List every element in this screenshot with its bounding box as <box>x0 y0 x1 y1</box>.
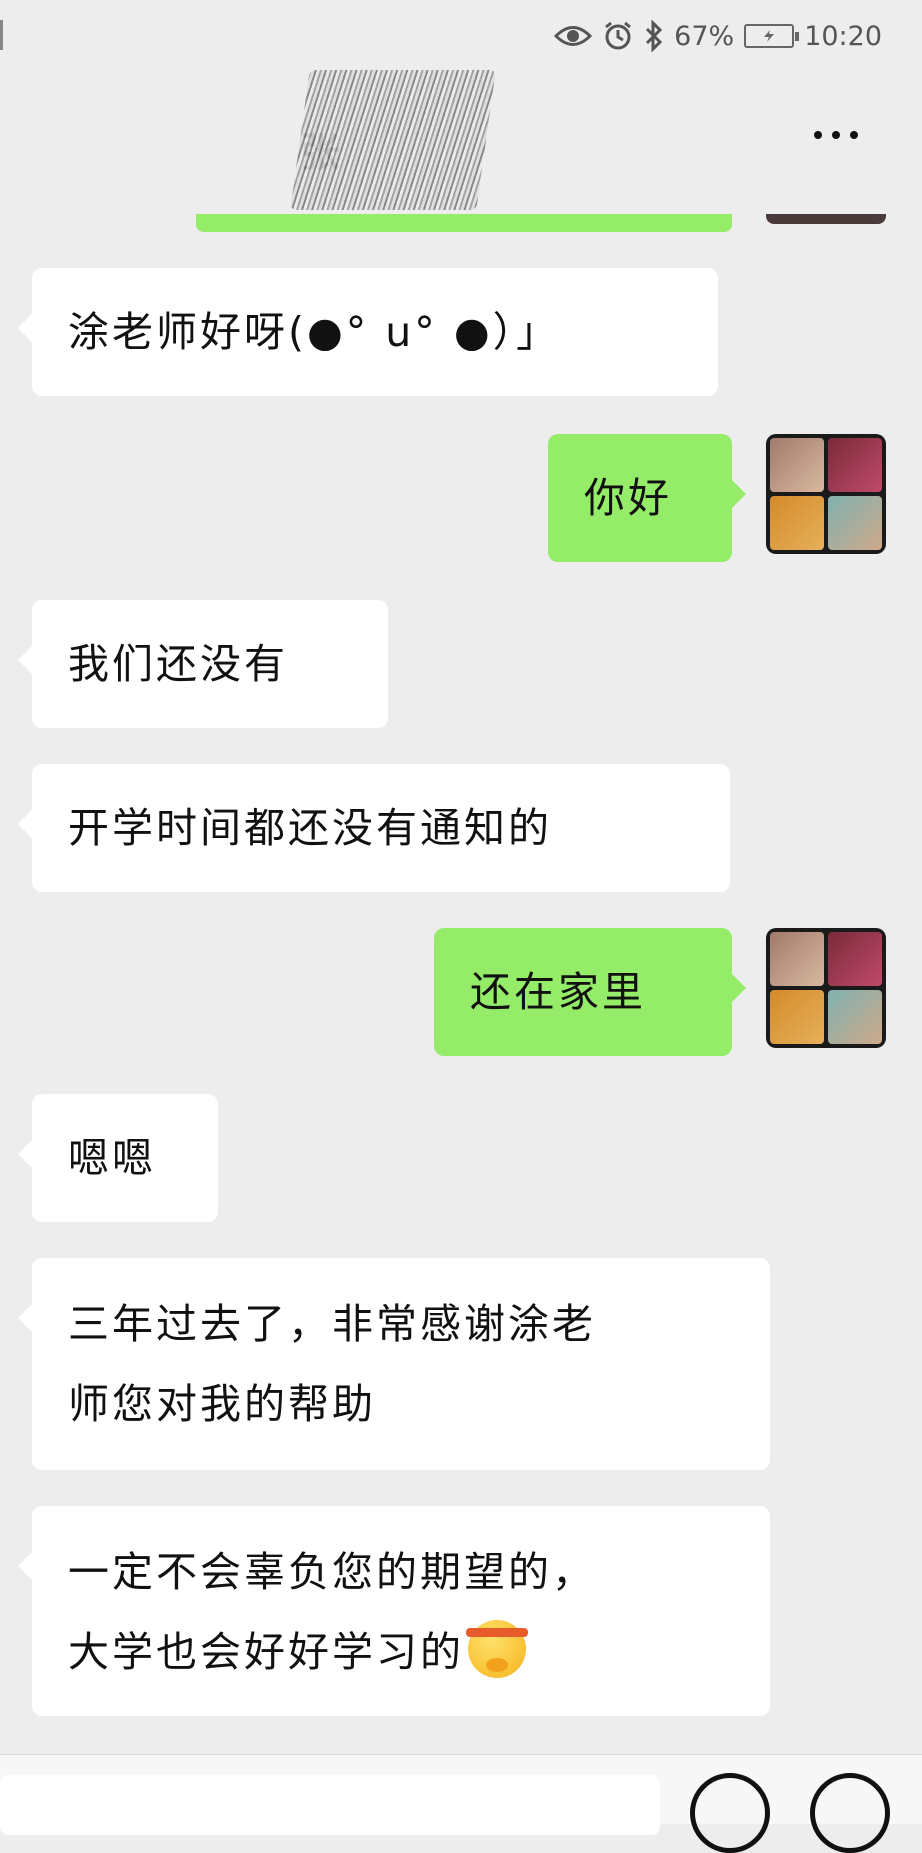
message-bubble[interactable]: 嗯嗯 <box>18 1094 218 1222</box>
status-time: 10:20 <box>804 20 882 52</box>
my-avatar[interactable] <box>766 434 886 554</box>
message-row: 嗯嗯 <box>18 1094 218 1222</box>
message-bubble[interactable]: 一定不会辜负您的期望的， 大学也会好好学习的 <box>18 1506 770 1716</box>
more-icon[interactable] <box>806 120 866 150</box>
alarm-icon <box>602 20 634 52</box>
message-row: 我们还没有 <box>18 600 388 728</box>
thinking-emoji-icon <box>466 1620 528 1678</box>
previous-avatar-edge <box>766 214 886 224</box>
previous-message-edge <box>196 214 732 232</box>
message-row: 涂老师好呀(●° u° ●）」 <box>18 268 718 396</box>
plus-button-icon[interactable] <box>810 1773 890 1853</box>
eye-icon <box>554 23 593 49</box>
message-bubble[interactable]: 还在家里 <box>434 928 746 1056</box>
status-bar: 67% 10:20 <box>0 0 922 74</box>
message-bubble[interactable]: 三年过去了，非常感谢涂老 师您对我的帮助 <box>18 1258 770 1470</box>
message-row: 三年过去了，非常感谢涂老 师您对我的帮助 <box>18 1258 770 1470</box>
message-bubble[interactable]: 我们还没有 <box>18 600 388 728</box>
message-row: 你好 <box>548 434 886 562</box>
redacted-name <box>290 70 496 210</box>
status-icons: 67% 10:20 <box>554 16 882 56</box>
message-row: 一定不会辜负您的期望的， 大学也会好好学习的 <box>18 1506 770 1716</box>
chat-input-bar <box>0 1754 922 1853</box>
my-avatar[interactable] <box>766 928 886 1048</box>
bluetooth-icon <box>644 20 664 52</box>
message-input[interactable] <box>0 1775 660 1835</box>
battery-percent: 67% <box>674 20 735 52</box>
message-bubble[interactable]: 你好 <box>548 434 746 562</box>
chat-header: 张 <box>0 70 922 214</box>
battery-icon <box>744 24 800 48</box>
status-edge-mark <box>0 20 3 50</box>
message-row: 开学时间都还没有通知的 <box>18 764 730 892</box>
message-bubble[interactable]: 涂老师好呀(●° u° ●）」 <box>18 268 718 396</box>
message-row: 还在家里 <box>434 928 886 1056</box>
message-bubble[interactable]: 开学时间都还没有通知的 <box>18 764 730 892</box>
emoji-button-icon[interactable] <box>690 1773 770 1853</box>
